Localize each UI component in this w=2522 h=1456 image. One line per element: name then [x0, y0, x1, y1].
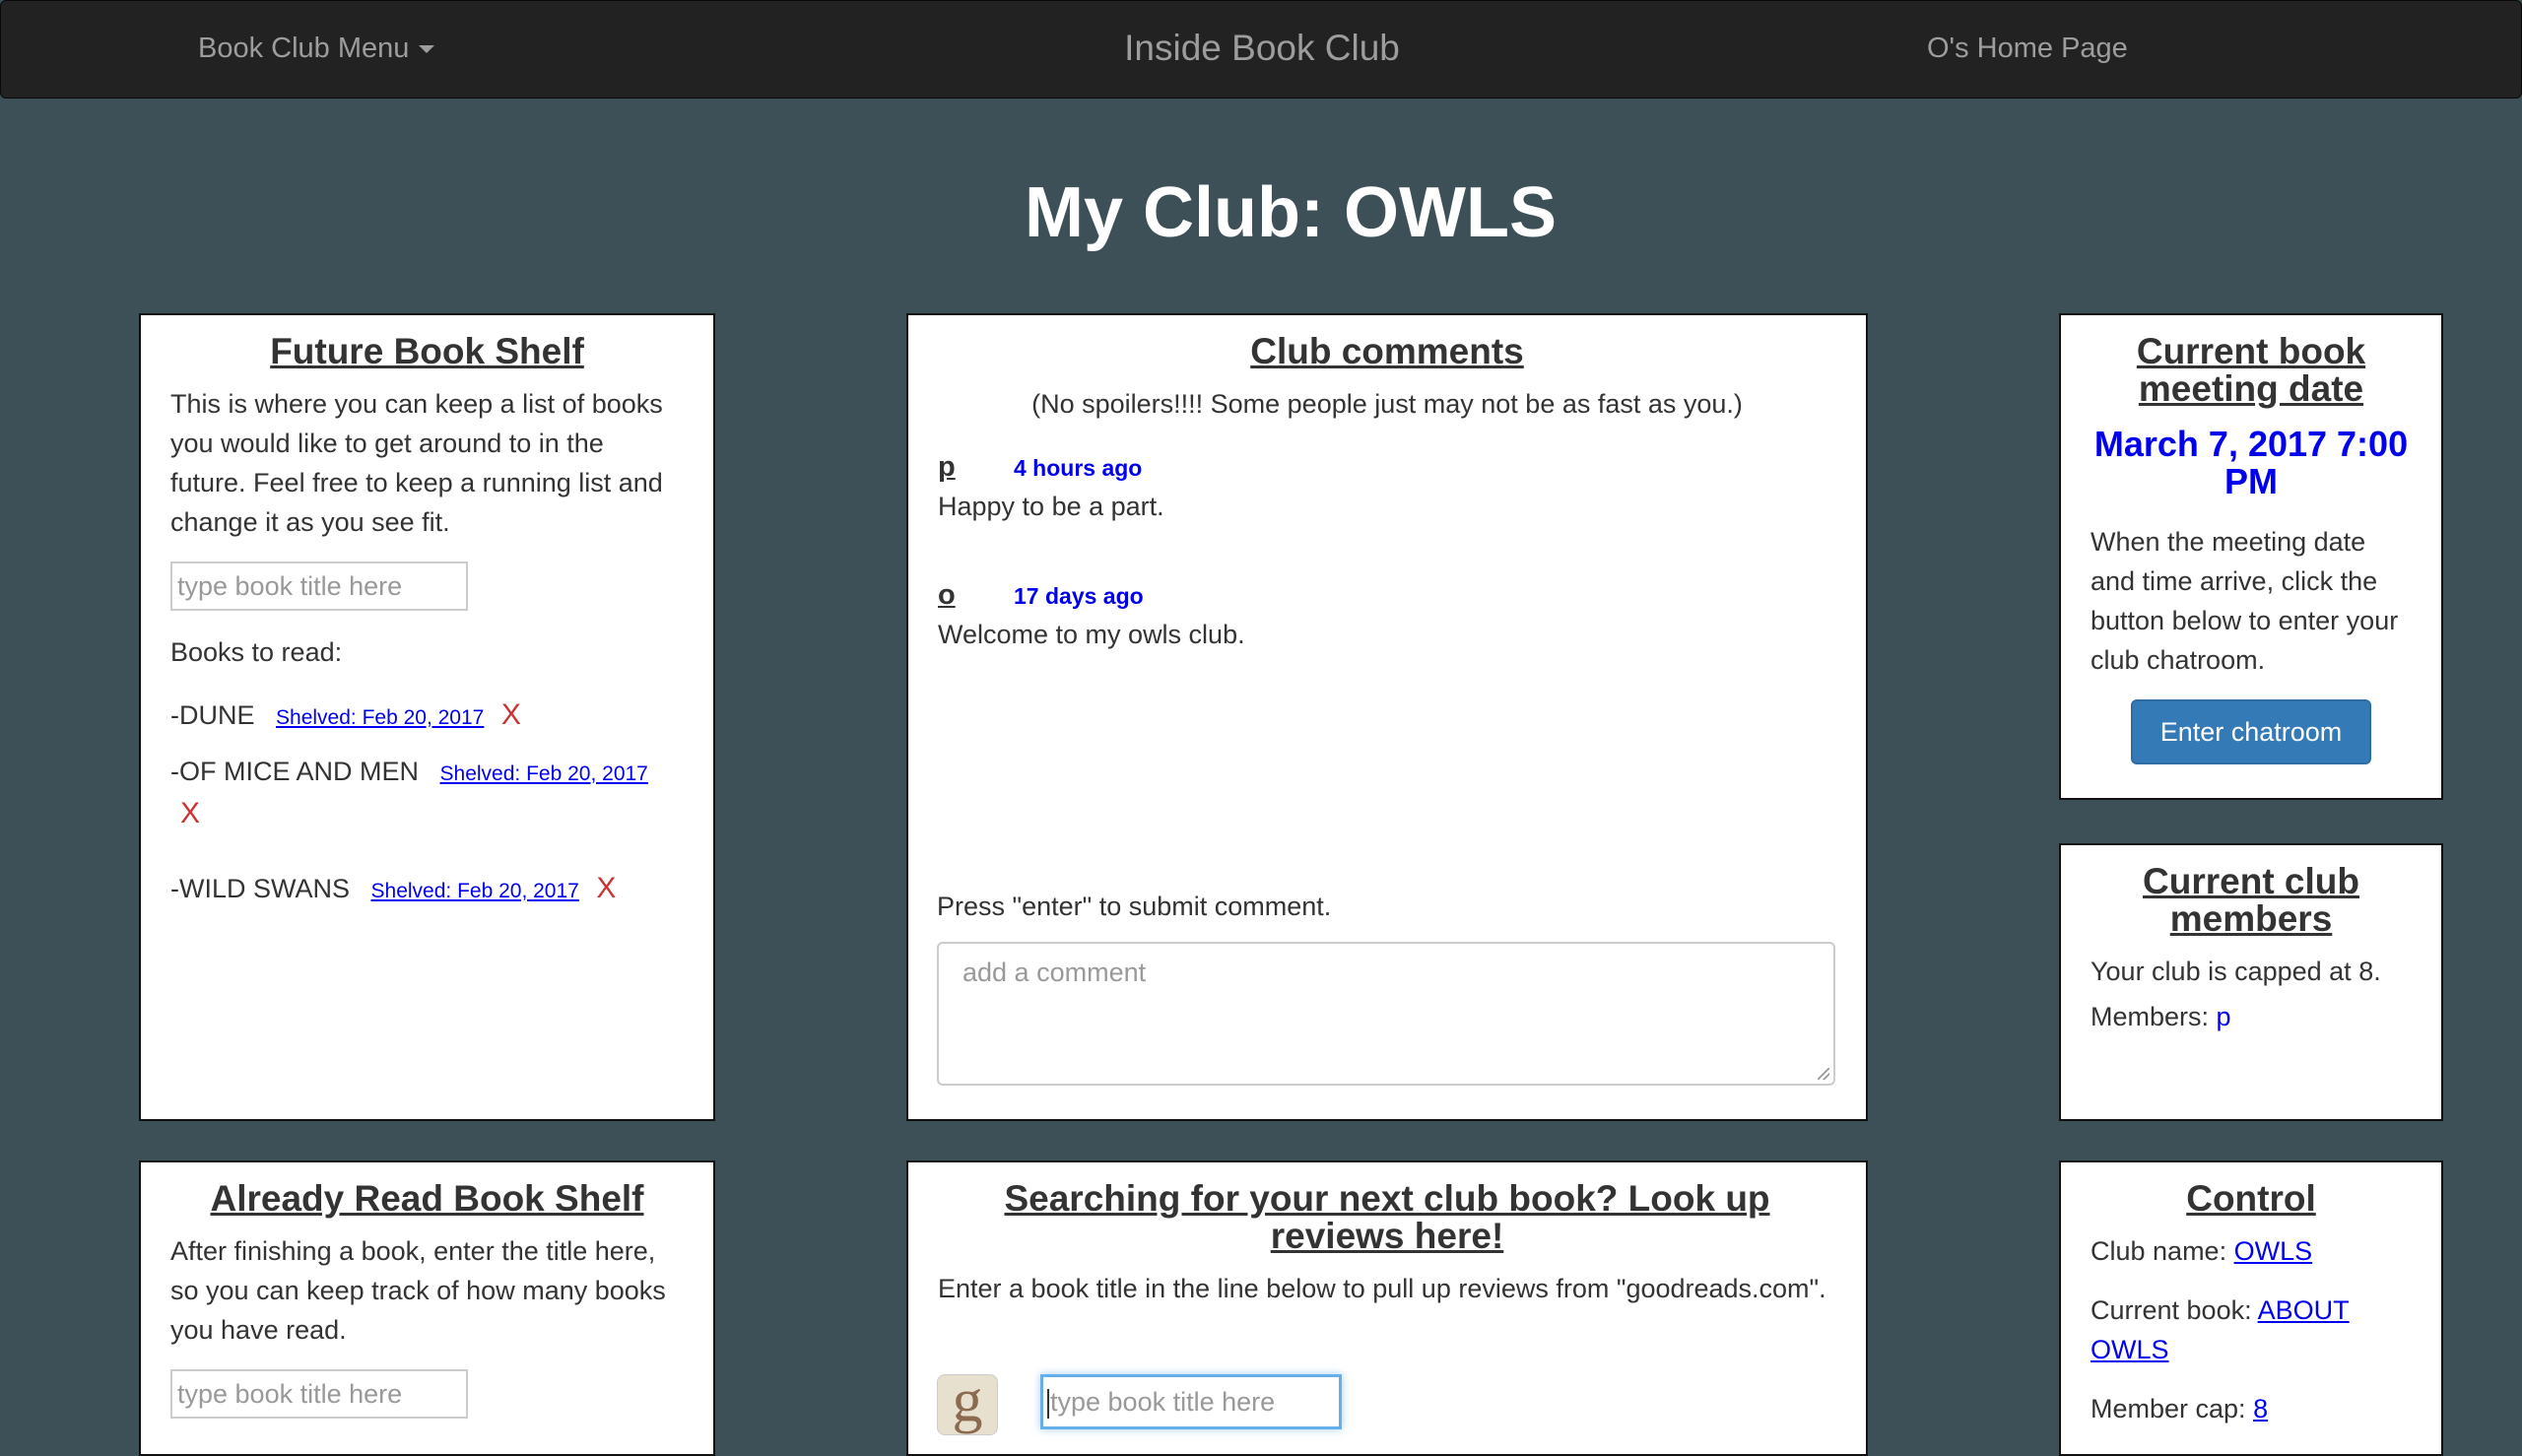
submit-hint: Press "enter" to submit comment. — [937, 892, 1332, 921]
meeting-date: March 7, 2017 7:00 PM — [2093, 424, 2409, 501]
resize-grip-icon[interactable] — [1818, 1068, 1829, 1080]
club-name-link[interactable]: OWLS — [2234, 1236, 2313, 1266]
control-panel: Control Club name: OWLS Current book: AB… — [2059, 1160, 2443, 1456]
club-name-label: Club name: — [2091, 1236, 2227, 1266]
review-search-input[interactable]: type book title here — [1040, 1374, 1342, 1429]
comment-text: Happy to be a part. — [938, 492, 1164, 521]
control-title: Control — [2186, 1178, 2316, 1219]
comment-time: 4 hours ago — [1014, 455, 1143, 481]
comment-item: p 4 hours ago Happy to be a part. — [938, 451, 1836, 522]
remove-book-button[interactable]: X — [596, 872, 616, 904]
caret-down-icon — [419, 45, 435, 54]
members-row: Members: p — [2091, 997, 2412, 1036]
current-book-label: Current book: — [2091, 1295, 2252, 1325]
comment-textarea[interactable]: add a comment — [937, 942, 1835, 1086]
no-spoilers-note: (No spoilers!!!! Some people just may no… — [1031, 389, 1743, 419]
member-cap-row: Member cap: 8 — [2091, 1389, 2412, 1428]
members-title: Current club members — [2143, 861, 2359, 939]
books-to-read-label: Books to read: — [170, 637, 343, 667]
read-shelf-title: Already Read Book Shelf — [210, 1178, 644, 1219]
read-shelf-description: After finishing a book, enter the title … — [170, 1236, 666, 1345]
future-shelf-description: This is where you can keep a list of boo… — [170, 389, 663, 537]
club-name-row: Club name: OWLS — [2091, 1231, 2412, 1271]
future-book-item: -OF MICE AND MEN Shelved: Feb 20, 2017 X — [170, 752, 684, 833]
shelved-date-link[interactable]: Shelved: Feb 20, 2017 — [440, 762, 648, 785]
meeting-date-panel: Current book meeting date March 7, 2017 … — [2059, 313, 2443, 800]
review-search-placeholder: type book title here — [1050, 1387, 1276, 1417]
comment-author[interactable]: o — [938, 579, 956, 612]
club-cap-text: Your club is capped at 8. — [2091, 957, 2381, 986]
member-cap-label: Member cap: — [2091, 1394, 2246, 1423]
comment-item: o 17 days ago Welcome to my owls club. — [938, 579, 1836, 650]
remove-book-button[interactable]: X — [180, 797, 200, 829]
future-book-shelf-panel: Future Book Shelf This is where you can … — [139, 313, 715, 1121]
club-members-panel: Current club members Your club is capped… — [2059, 843, 2443, 1121]
members-label: Members: — [2091, 1002, 2210, 1031]
future-book-item: -DUNE Shelved: Feb 20, 2017 X — [170, 695, 684, 738]
comment-placeholder: add a comment — [962, 958, 1147, 987]
book-club-menu-dropdown[interactable]: Book Club Menu — [198, 1, 435, 98]
comments-title: Club comments — [1250, 331, 1524, 371]
comment-time: 17 days ago — [1014, 583, 1144, 609]
home-page-link[interactable]: O's Home Page — [1927, 1, 2128, 98]
comment-text: Welcome to my owls club. — [938, 620, 1245, 649]
current-book-row: Current book: ABOUT OWLS — [2091, 1291, 2412, 1369]
shelved-date-link[interactable]: Shelved: Feb 20, 2017 — [371, 880, 579, 902]
member-cap-link[interactable]: 8 — [2253, 1394, 2268, 1423]
enter-chatroom-button[interactable]: Enter chatroom — [2131, 699, 2371, 764]
book-title: -OF MICE AND MEN — [170, 757, 420, 786]
comment-author[interactable]: p — [938, 451, 956, 484]
future-book-input[interactable]: type book title here — [170, 562, 468, 611]
top-navbar: Inside Book Club Book Club Menu O's Home… — [0, 0, 2522, 99]
club-comments-panel: Club comments (No spoilers!!!! Some peop… — [906, 313, 1868, 1121]
remove-book-button[interactable]: X — [501, 698, 521, 731]
search-reviews-panel: Searching for your next club book? Look … — [906, 1160, 1868, 1456]
read-book-input[interactable]: type book title here — [170, 1369, 468, 1419]
meeting-title: Current book meeting date — [2136, 331, 2366, 409]
text-cursor — [1047, 1388, 1049, 1419]
shelved-date-link[interactable]: Shelved: Feb 20, 2017 — [276, 706, 484, 729]
future-book-item: -WILD SWANS Shelved: Feb 20, 2017 X — [170, 869, 684, 911]
meeting-description: When the meeting date and time arrive, c… — [2091, 527, 2399, 675]
book-club-menu-label: Book Club Menu — [198, 33, 410, 64]
member-link[interactable]: p — [2217, 1002, 2231, 1031]
search-title: Searching for your next club book? Look … — [1004, 1178, 1770, 1256]
book-title: -DUNE — [170, 700, 255, 730]
already-read-panel: Already Read Book Shelf After finishing … — [139, 1160, 715, 1456]
page-title: My Club: OWLS — [1025, 173, 1557, 252]
future-shelf-title: Future Book Shelf — [270, 331, 584, 371]
search-description: Enter a book title in the line below to … — [938, 1274, 1826, 1303]
book-title: -WILD SWANS — [170, 874, 350, 903]
